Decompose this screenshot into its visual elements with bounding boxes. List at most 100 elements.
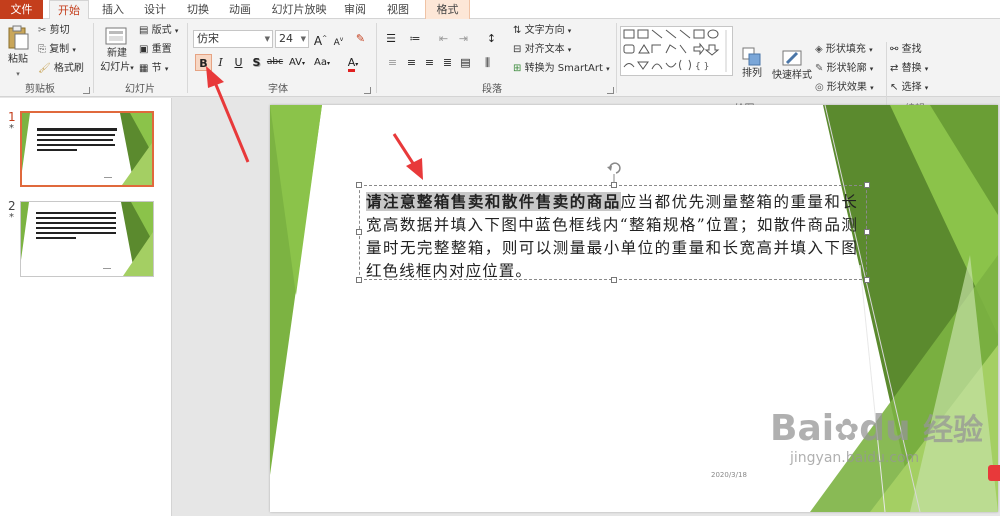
font-color-button[interactable]: A▾: [343, 54, 363, 72]
slides-group-label: 幻灯片: [125, 84, 155, 95]
reset-icon: ▣: [139, 44, 149, 55]
tab-animations[interactable]: 动画: [222, 0, 258, 19]
increase-indent-icon[interactable]: ⇥: [455, 30, 472, 47]
font-launcher-icon[interactable]: [364, 87, 371, 94]
tab-home[interactable]: 开始: [49, 0, 89, 20]
tab-format[interactable]: 格式: [425, 0, 470, 19]
select-button[interactable]: ↖ 选择 ▾: [890, 81, 928, 95]
replace-icon: ⇄: [890, 63, 899, 74]
distribute-icon[interactable]: ▤: [457, 54, 474, 71]
tab-view[interactable]: 视图: [380, 0, 416, 19]
arrange-icon: [742, 47, 761, 66]
tab-transitions[interactable]: 切换: [180, 0, 216, 19]
ribbon-tab-bar: 文件 开始 插入 设计 切换 动画 幻灯片放映 审阅 视图 格式: [0, 0, 1000, 20]
paste-icon: [8, 25, 29, 50]
text-box-selected[interactable]: 请注意整箱售卖和散件售卖的商品应当都优先测量整箱的重量和长宽高数据并填入下图中蓝…: [356, 182, 870, 283]
shapes-gallery[interactable]: { }: [620, 26, 733, 76]
clipboard-launcher-icon[interactable]: [83, 87, 90, 94]
slide-body-text[interactable]: 请注意整箱售卖和散件售卖的商品应当都优先测量整箱的重量和长宽高数据并填入下图中蓝…: [366, 190, 858, 283]
align-text-button[interactable]: ⊟ 对齐文本 ▾: [513, 43, 571, 57]
justify-icon[interactable]: ≣: [439, 54, 456, 71]
selected-text-highlight: 请注意整箱售卖和散件售卖的商品: [366, 192, 621, 211]
red-arrow-icon: [206, 66, 250, 163]
quick-styles-button[interactable]: 快速样式: [772, 47, 812, 83]
font-name-combo[interactable]: 仿宋 ▼: [193, 30, 273, 48]
font-size-combo[interactable]: 24 ▼: [275, 30, 309, 48]
quick-styles-icon: [782, 50, 802, 66]
copy-icon: ⎘: [38, 44, 46, 55]
slide-thumbnail-art: [21, 202, 153, 276]
thumbnail-star: *: [9, 123, 14, 134]
rotate-handle-icon[interactable]: [604, 161, 624, 183]
numbering-icon[interactable]: ≔: [405, 30, 425, 47]
slide-thumbnail-2[interactable]: [20, 201, 154, 277]
shape-outline-button[interactable]: ✎ 形状轮廓 ▾: [815, 62, 873, 76]
paragraph-group: ☰ ≔ ⇤ ⇥ ↕ ≡ ≡ ≡ ≣ ▤ ⫼ ⇅ 文字方向 ▾ ⊟ 对齐文本 ▾ …: [377, 19, 615, 97]
resize-handle[interactable]: [356, 182, 362, 188]
shrink-font-button[interactable]: Av: [330, 31, 347, 48]
format-painter-button[interactable]: 🖌 格式刷: [38, 62, 84, 76]
layout-button[interactable]: ▤ 版式 ▾: [139, 24, 178, 38]
baidu-watermark: Bai✿du 经验 jingyan.baidu.com: [770, 408, 984, 467]
pen-icon: ✎: [815, 63, 824, 74]
thumbnail-number: 1: [8, 110, 16, 124]
shape-effects-button[interactable]: ◎ 形状效果 ▾: [815, 81, 874, 95]
align-right-icon[interactable]: ≡: [421, 54, 438, 71]
align-left-icon[interactable]: ≡: [384, 54, 401, 71]
shape-fill-button[interactable]: ◈ 形状填充 ▾: [815, 43, 873, 57]
chevron-down-icon: ▼: [264, 35, 270, 43]
line-spacing-icon[interactable]: ↕: [483, 30, 500, 47]
tab-slideshow[interactable]: 幻灯片放映: [268, 0, 330, 19]
resize-handle[interactable]: [864, 277, 870, 283]
resize-handle[interactable]: [356, 229, 362, 235]
cut-button[interactable]: ✂ 剪切: [38, 24, 70, 38]
convert-smartart-button[interactable]: ⊞ 转换为 SmartArt ▾: [513, 62, 610, 76]
new-slide-icon: [105, 27, 127, 45]
align-text-icon: ⊟: [513, 44, 522, 55]
slides-group: 新建 幻灯片▾ ▤ 版式 ▾ ▣ 重置 ▦ 节 ▾ 幻灯片: [94, 19, 186, 97]
brush-icon: 🖌: [38, 63, 51, 74]
char-spacing-button[interactable]: AV▾: [286, 54, 308, 71]
ribbon: 粘贴 ▾ ✂ 剪切 ⎘ 复制 ▾ 🖌 格式刷 剪贴板 新建 幻灯片▾ ▤ 版式 …: [0, 19, 1000, 116]
smartart-icon: ⊞: [513, 63, 522, 74]
text-direction-button[interactable]: ⇅ 文字方向 ▾: [513, 24, 571, 38]
cursor-icon: ↖: [890, 82, 899, 93]
thumbnail-number: 2: [8, 199, 16, 213]
change-case-button[interactable]: Aa▾: [311, 54, 333, 71]
new-slide-button[interactable]: 新建 幻灯片▾: [98, 25, 136, 75]
slide-thumbnail-1[interactable]: [20, 111, 154, 187]
columns-icon[interactable]: ⫼: [479, 54, 496, 71]
paste-button[interactable]: 粘贴 ▾: [5, 25, 31, 81]
resize-handle[interactable]: [864, 229, 870, 235]
section-button[interactable]: ▦ 节 ▾: [139, 62, 168, 76]
svg-text:{ }: { }: [695, 62, 709, 72]
find-button[interactable]: ⚯ 查找: [890, 43, 922, 57]
clear-format-icon[interactable]: ✎: [352, 30, 369, 47]
tab-insert[interactable]: 插入: [95, 0, 131, 19]
chevron-down-icon: ▼: [300, 35, 306, 43]
decrease-indent-icon[interactable]: ⇤: [435, 30, 452, 47]
resize-handle[interactable]: [611, 277, 617, 283]
fill-bucket-icon: ◈: [815, 44, 823, 55]
tab-file[interactable]: 文件: [0, 0, 43, 19]
shapes-gallery-icon: { }: [623, 29, 727, 72]
copy-button[interactable]: ⎘ 复制 ▾: [38, 43, 76, 57]
paragraph-group-label: 段落: [482, 84, 502, 95]
tab-design[interactable]: 设计: [137, 0, 173, 19]
paw-icon: ✿: [834, 413, 860, 448]
align-center-icon[interactable]: ≡: [403, 54, 420, 71]
paragraph-launcher-icon[interactable]: [607, 87, 614, 94]
reset-button[interactable]: ▣ 重置: [139, 43, 172, 57]
thumbnail-star: *: [9, 212, 14, 223]
strikethrough-button[interactable]: abc: [264, 54, 286, 71]
slide-date: 2020/3/18: [711, 471, 747, 479]
layout-icon: ▤: [139, 25, 149, 36]
resize-handle[interactable]: [864, 182, 870, 188]
bullets-icon[interactable]: ☰: [381, 30, 401, 47]
red-arrow-icon: [392, 133, 423, 180]
resize-handle[interactable]: [356, 277, 362, 283]
arrange-button[interactable]: 排列: [740, 47, 764, 81]
grow-font-button[interactable]: A^: [312, 30, 329, 48]
tab-review[interactable]: 审阅: [337, 0, 373, 19]
replace-button[interactable]: ⇄ 替换 ▾: [890, 62, 928, 76]
